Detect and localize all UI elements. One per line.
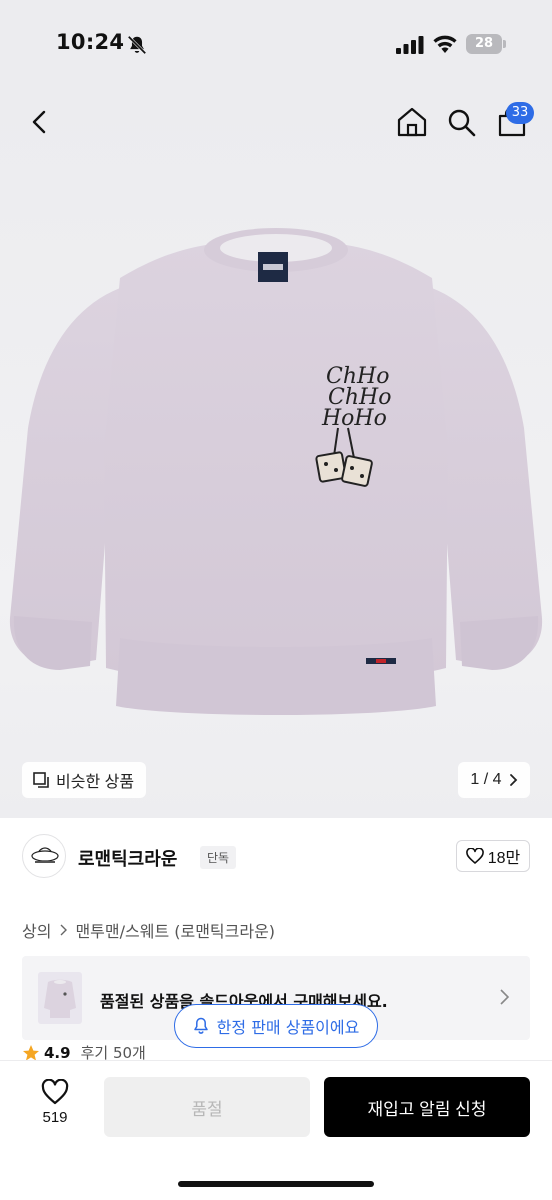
wishlist-count: 519 <box>42 1109 68 1126</box>
brand-like-count: 18만 <box>487 850 521 867</box>
bell-icon <box>193 1017 208 1034</box>
brand-name[interactable]: 로맨틱크라운 <box>78 845 177 871</box>
product-image-area[interactable]: 33 ChHo ChHo HoHo 비슷한 상품 1 / 4 <box>0 88 552 818</box>
wishlist-button[interactable]: 519 <box>30 1079 80 1135</box>
soldout-button: 품절 <box>104 1077 310 1137</box>
home-indicator <box>178 1181 374 1187</box>
restock-alert-button[interactable]: 재입고 알림 신청 <box>324 1077 530 1137</box>
cart-count-badge: 33 <box>506 102 534 124</box>
exclusive-tag: 단독 <box>200 846 237 869</box>
battery-indicator: 28 <box>466 34 502 54</box>
chevron-right-icon <box>509 774 517 786</box>
back-button[interactable] <box>24 104 58 140</box>
chevron-left-icon <box>32 110 46 134</box>
status-bar: 10:24 28 <box>0 0 552 88</box>
brand-like-button[interactable]: 18만 <box>456 840 530 872</box>
product-photo: ChHo ChHo HoHo <box>9 228 543 715</box>
review-score: 4.9 <box>44 1043 71 1062</box>
breadcrumb-item-category[interactable]: 상의 <box>22 918 51 942</box>
status-time: 10:24 <box>56 30 125 54</box>
bottom-action-bar: 519 품절 재입고 알림 신청 <box>0 1060 552 1200</box>
similar-products-button[interactable]: 비슷한 상품 <box>22 762 147 798</box>
limited-sale-pill: 한정 판매 상품이에요 <box>174 1004 378 1048</box>
breadcrumb: 상의 맨투맨/스웨트 (로맨틱크라운) <box>22 918 275 942</box>
chevron-right-icon <box>500 989 510 1005</box>
similar-products-label: 비슷한 상품 <box>56 774 135 791</box>
home-button[interactable] <box>394 104 430 140</box>
copy-icon <box>33 772 49 788</box>
brand-logo-mark <box>31 847 59 863</box>
search-icon <box>448 109 476 137</box>
heart-icon <box>41 1079 69 1105</box>
search-button[interactable] <box>444 104 478 140</box>
star-icon <box>23 1044 39 1060</box>
svg-text:HoHo: HoHo <box>321 406 387 431</box>
battery-tip <box>503 40 506 48</box>
bell-off-icon <box>127 35 147 55</box>
signal-icon <box>396 36 424 54</box>
limited-sale-label: 한정 판매 상품이에요 <box>216 1018 360 1037</box>
heart-icon <box>465 848 484 864</box>
breadcrumb-item-subcategory[interactable]: 맨투맨/스웨트 (로맨틱크라운) <box>75 918 275 942</box>
soldout-thumbnail <box>38 972 82 1024</box>
wifi-icon <box>433 35 457 53</box>
page-indicator-text: 1 / 4 <box>470 771 502 788</box>
chevron-right-icon <box>60 924 68 936</box>
home-icon <box>397 107 427 137</box>
brand-row: 로맨틱크라운 단독 18만 <box>22 834 530 880</box>
page-indicator-button[interactable]: 1 / 4 <box>458 762 530 798</box>
brand-logo[interactable] <box>22 834 66 878</box>
